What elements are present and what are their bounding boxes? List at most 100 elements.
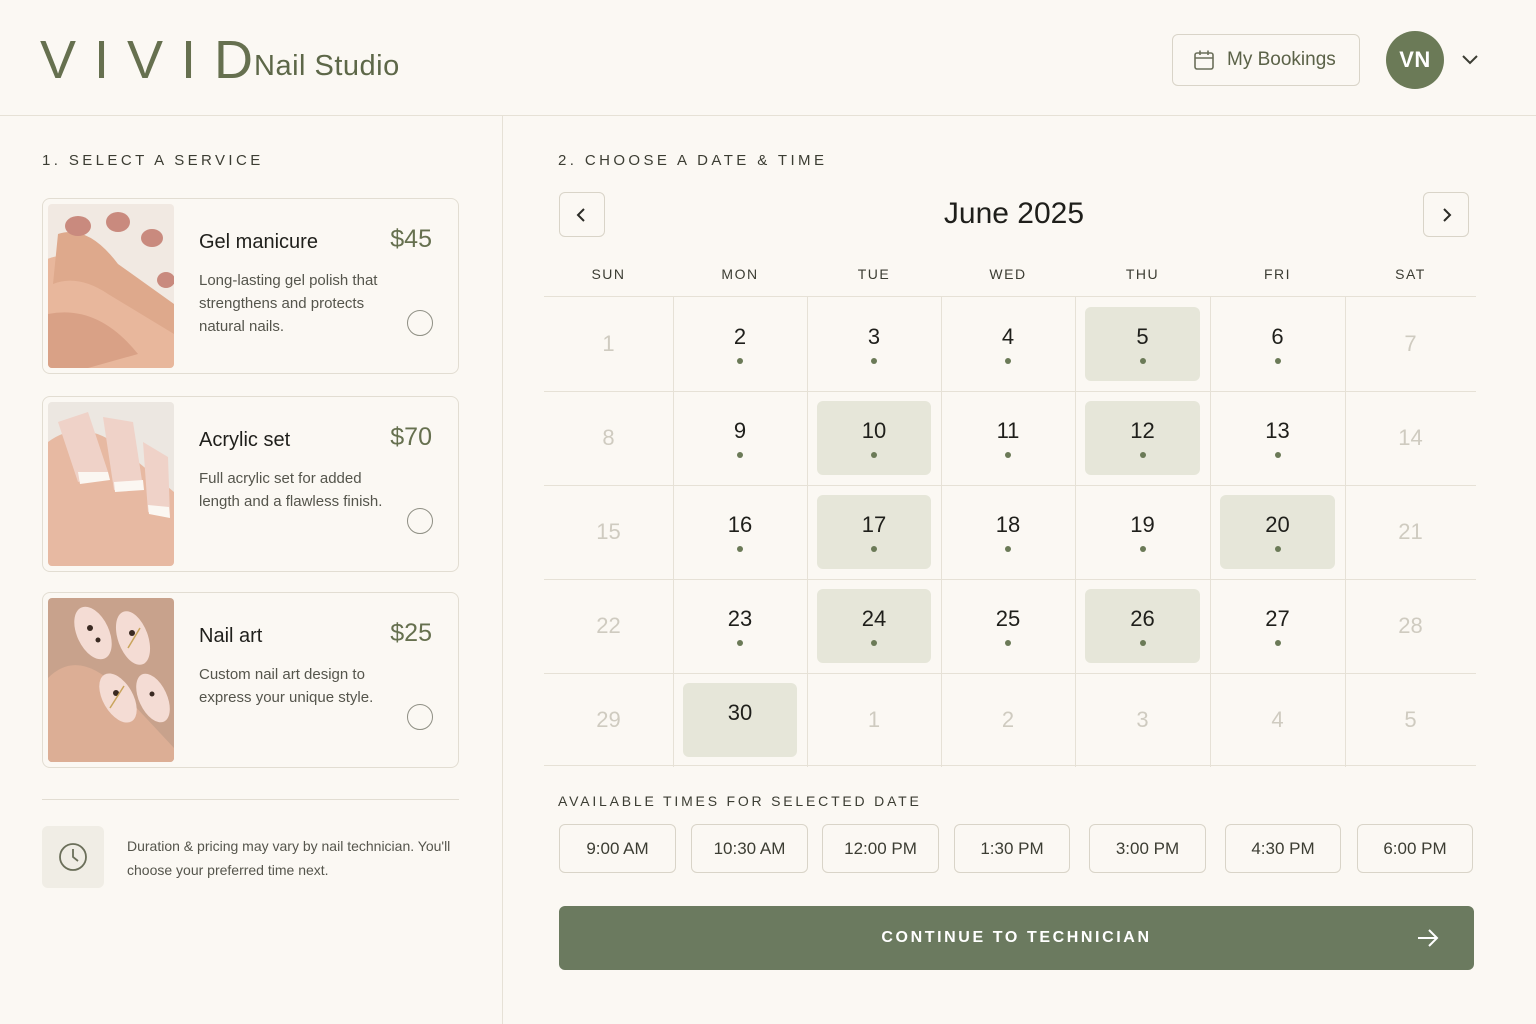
time-slot-button[interactable]: 10:30 AM — [691, 824, 808, 873]
day-cell-muted: 28 — [1345, 579, 1476, 673]
day-cell[interactable]: 26 — [1075, 579, 1210, 673]
acrylic-set-image — [48, 402, 174, 566]
service-name: Nail art — [199, 625, 263, 647]
availability-dot — [737, 358, 743, 364]
availability-dot — [1274, 546, 1281, 552]
day-cell[interactable]: 12 — [1075, 391, 1210, 485]
service-name: Gel manicure — [199, 231, 318, 253]
my-bookings-label: My Bookings — [1227, 49, 1336, 70]
service-radio[interactable] — [407, 704, 433, 730]
day-number: 4 — [1001, 324, 1015, 349]
time-slot-button[interactable]: 6:00 PM — [1357, 824, 1473, 873]
service-price: $45 — [390, 225, 432, 253]
nail-art-image — [48, 598, 174, 762]
day-cell[interactable]: 2 — [673, 297, 807, 391]
clock-icon — [42, 826, 104, 888]
continue-button[interactable]: CONTINUE TO TECHNICIAN — [559, 906, 1474, 970]
calendar-icon — [1194, 50, 1214, 70]
service-card-nail-art[interactable]: Nail art $25 Custom nail art design to e… — [42, 592, 459, 768]
day-number: 15 — [596, 519, 621, 544]
logo: VIVID — [40, 30, 272, 90]
day-cell[interactable]: 20 — [1210, 485, 1345, 579]
availability-dot — [1005, 452, 1011, 458]
avatar[interactable]: VN — [1386, 31, 1444, 89]
service-card-acrylic-set[interactable]: Acrylic set $70 Full acrylic set for add… — [42, 396, 459, 572]
availability-dot — [1274, 640, 1281, 646]
day-number: 4 — [1271, 707, 1284, 732]
pricing-note: Duration & pricing may vary by nail tech… — [127, 838, 451, 878]
availability-dot — [871, 546, 877, 552]
day-cell[interactable]: 4 — [941, 297, 1075, 391]
day-cell-muted: 22 — [544, 579, 673, 673]
availability-dot — [1274, 452, 1281, 458]
day-number: 21 — [1398, 519, 1423, 544]
day-cell-muted: 15 — [544, 485, 673, 579]
day-cell-muted: 5 — [1345, 673, 1476, 767]
service-description: Custom nail art design to express your u… — [199, 666, 374, 706]
prev-month-button[interactable] — [559, 192, 605, 237]
day-cell[interactable]: 30 — [673, 673, 807, 767]
column-divider — [502, 116, 503, 1024]
time-slot-button[interactable]: 4:30 PM — [1225, 824, 1341, 873]
day-cell[interactable]: 10 — [807, 391, 941, 485]
day-cell[interactable]: 19 — [1075, 485, 1210, 579]
day-cell[interactable]: 23 — [673, 579, 807, 673]
time-slot-button[interactable]: 12:00 PM — [822, 824, 939, 873]
day-cell[interactable]: 6 — [1210, 297, 1345, 391]
day-number: 11 — [996, 418, 1020, 443]
my-bookings-button[interactable]: My Bookings — [1172, 34, 1360, 86]
day-number: 1 — [602, 331, 615, 356]
weekday-sat: SAT — [1395, 266, 1426, 282]
day-cell-muted: 21 — [1345, 485, 1476, 579]
time-slot-button[interactable]: 9:00 AM — [559, 824, 676, 873]
day-cell[interactable]: 9 — [673, 391, 807, 485]
day-number: 29 — [596, 707, 621, 732]
service-radio[interactable] — [407, 508, 433, 534]
weekday-mon: MON — [721, 266, 759, 282]
day-cell[interactable]: 3 — [807, 297, 941, 391]
next-month-button[interactable] — [1423, 192, 1469, 237]
month-title: June 2025 — [943, 197, 1085, 230]
day-number: 27 — [1265, 606, 1290, 631]
weekday-sun: SUN — [591, 266, 626, 282]
day-number: 18 — [995, 512, 1021, 537]
day-cell[interactable]: 17 — [807, 485, 941, 579]
day-number: 3 — [1136, 707, 1149, 732]
day-number: 1 — [867, 707, 881, 732]
day-cell[interactable]: 16 — [673, 485, 807, 579]
day-cell-muted: 4 — [1210, 673, 1345, 767]
service-name: Acrylic set — [199, 429, 291, 451]
day-number: 2 — [1001, 707, 1015, 732]
weekday-thu: THU — [1125, 266, 1160, 282]
day-cell-muted: 8 — [544, 391, 673, 485]
availability-dot — [871, 358, 877, 364]
day-cell[interactable]: 5 — [1075, 297, 1210, 391]
availability-dot — [737, 640, 743, 646]
day-number: 23 — [727, 606, 753, 631]
day-number: 3 — [867, 324, 881, 349]
availability-dot — [1139, 546, 1146, 552]
service-description: Full acrylic set for added length and a … — [199, 470, 383, 510]
weekday-wed: WED — [989, 266, 1027, 282]
chevron-down-icon[interactable] — [1460, 50, 1480, 70]
time-slot-button[interactable]: 1:30 PM — [954, 824, 1070, 873]
availability-dot — [871, 452, 877, 458]
day-cell[interactable]: 18 — [941, 485, 1075, 579]
weekday-tue: TUE — [857, 266, 891, 282]
service-radio[interactable] — [407, 310, 433, 336]
choose-date-title: 2. CHOOSE A DATE & TIME — [558, 152, 828, 169]
day-cell[interactable]: 13 — [1210, 391, 1345, 485]
available-times-title: AVAILABLE TIMES FOR SELECTED DATE — [558, 793, 922, 809]
day-number: 5 — [1136, 324, 1149, 349]
day-number: 19 — [1130, 512, 1155, 537]
service-card-gel-manicure[interactable]: Gel manicure $45 Long-lasting gel polish… — [42, 198, 459, 374]
day-number: 22 — [596, 613, 621, 638]
day-cell[interactable]: 25 — [941, 579, 1075, 673]
day-cell[interactable]: 24 — [807, 579, 941, 673]
availability-dot — [1139, 640, 1146, 646]
day-cell-muted: 1 — [807, 673, 941, 767]
service-description: Long-lasting gel polish that strengthens… — [199, 272, 378, 335]
day-cell[interactable]: 27 — [1210, 579, 1345, 673]
day-cell[interactable]: 11 — [941, 391, 1075, 485]
time-slot-button[interactable]: 3:00 PM — [1089, 824, 1206, 873]
